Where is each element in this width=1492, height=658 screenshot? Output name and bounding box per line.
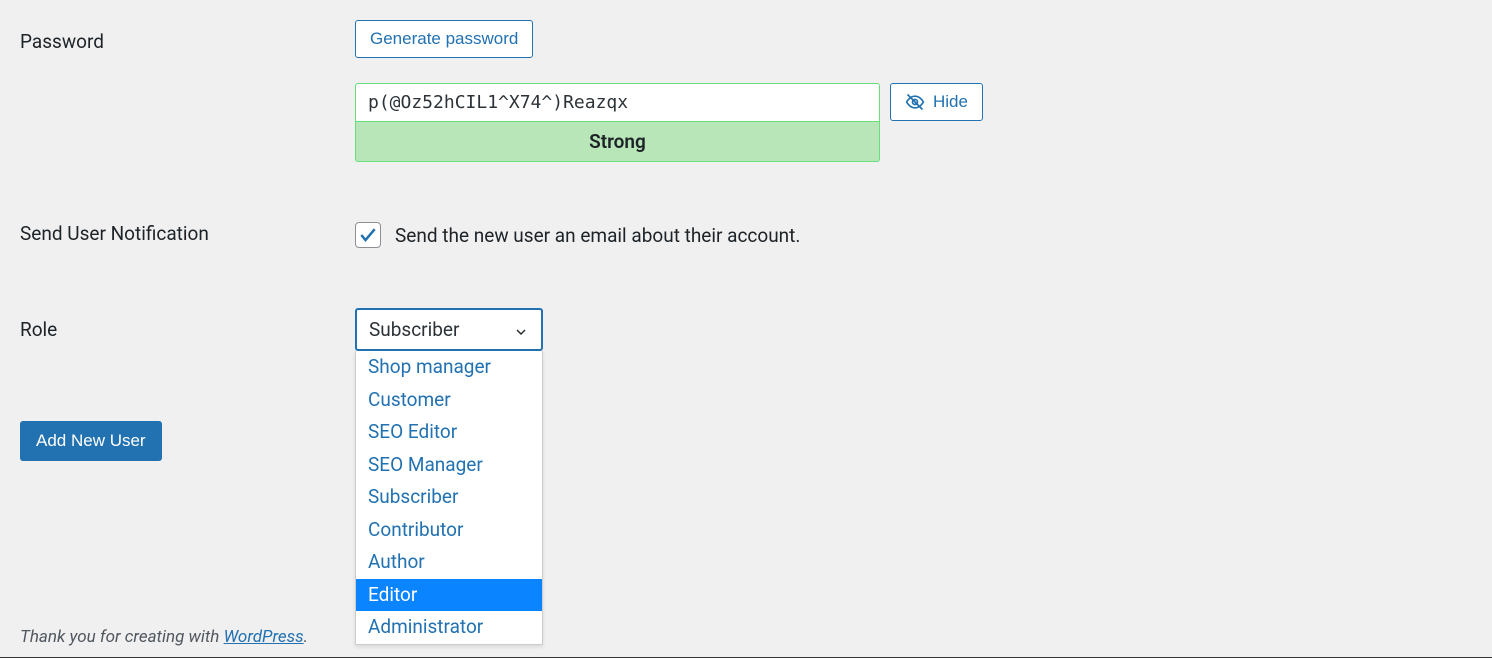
generate-password-button[interactable]: Generate password	[355, 20, 533, 58]
notification-label: Send User Notification	[20, 222, 355, 245]
role-option[interactable]: Contributor	[356, 514, 542, 547]
role-option[interactable]: Editor	[356, 579, 542, 612]
role-select[interactable]: Subscriber	[355, 308, 543, 351]
role-option[interactable]: SEO Editor	[356, 416, 542, 449]
role-option[interactable]: Administrator	[356, 611, 542, 644]
role-option[interactable]: Shop manager	[356, 351, 542, 384]
password-strength-indicator: Strong	[355, 122, 880, 162]
footer-credit: Thank you for creating with WordPress.	[20, 627, 308, 647]
footer-suffix: .	[304, 627, 308, 647]
password-input[interactable]	[355, 83, 880, 122]
role-label: Role	[20, 308, 355, 341]
check-icon	[358, 225, 378, 245]
password-row: Password Generate password Strong	[0, 0, 1492, 162]
role-option[interactable]: Author	[356, 546, 542, 579]
footer-prefix: Thank you for creating with	[20, 627, 224, 647]
hide-password-button[interactable]: Hide	[890, 83, 983, 121]
role-option[interactable]: Customer	[356, 384, 542, 417]
role-option[interactable]: Subscriber	[356, 481, 542, 514]
eye-slash-icon	[905, 92, 925, 112]
role-row: Role Subscriber Shop managerCustomerSEO …	[0, 248, 1492, 351]
notification-text: Send the new user an email about their a…	[395, 224, 800, 247]
role-option[interactable]: SEO Manager	[356, 449, 542, 482]
password-label: Password	[20, 20, 355, 53]
hide-button-label: Hide	[933, 92, 968, 112]
wordpress-link[interactable]: WordPress	[224, 627, 304, 647]
role-selected-value: Subscriber	[369, 318, 459, 341]
chevron-down-icon	[513, 322, 529, 338]
send-notification-checkbox[interactable]	[355, 222, 381, 248]
role-dropdown: Shop managerCustomerSEO EditorSEO Manage…	[355, 351, 543, 645]
notification-row: Send User Notification Send the new user…	[0, 162, 1492, 248]
add-new-user-button[interactable]: Add New User	[20, 421, 162, 461]
